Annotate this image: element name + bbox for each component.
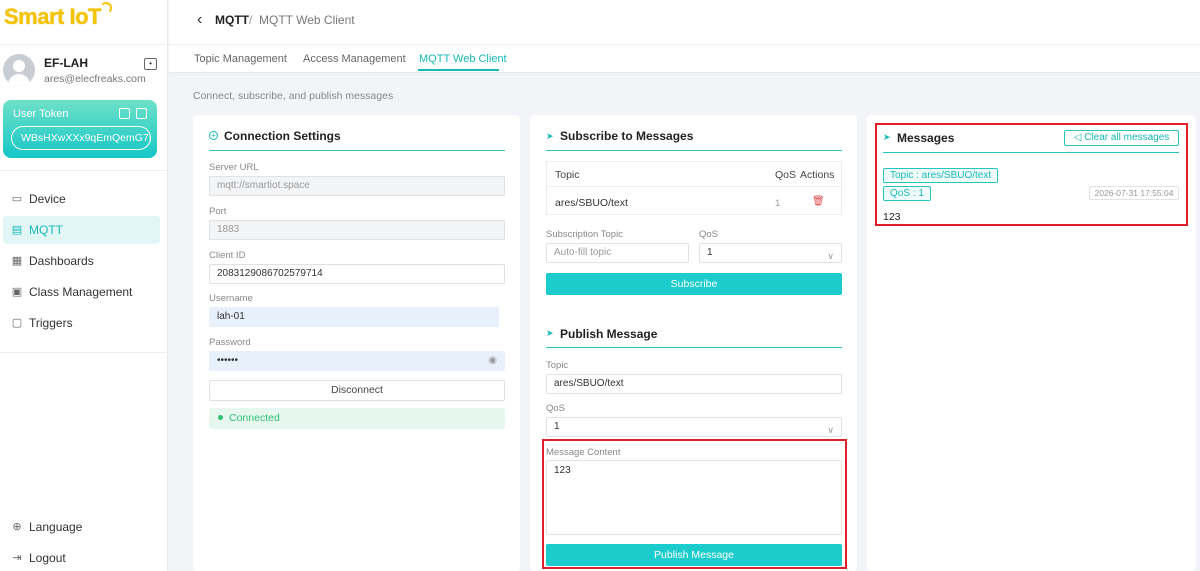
tab-mqtt-web-client[interactable]: MQTT Web Client — [419, 53, 507, 65]
title-rule — [546, 347, 842, 348]
sidebar-item-mqtt[interactable]: ▤ MQTT — [3, 216, 160, 244]
publish-topic-input[interactable]: ares/SBUO/text — [546, 374, 842, 394]
subscription-topic-input[interactable]: Auto-fill topic — [546, 243, 689, 263]
sidebar-item-label: MQTT — [29, 223, 63, 237]
publish-qos-select[interactable]: 1 ∨ — [546, 417, 842, 437]
subscribe-button[interactable]: Subscribe — [546, 273, 842, 295]
refresh-icon[interactable] — [119, 108, 130, 119]
active-tab-indicator — [418, 69, 499, 71]
port-field[interactable]: 1883 — [209, 220, 505, 240]
sidebar-item-label: Device — [29, 192, 66, 206]
connection-settings-card: + Connection Settings Server URL mqtt://… — [193, 115, 520, 571]
password-field[interactable]: •••••• ◉ — [209, 351, 505, 371]
disconnect-button[interactable]: Disconnect — [209, 380, 505, 401]
password-label: Password — [209, 337, 251, 348]
publish-qos-label: QoS — [546, 403, 566, 414]
status-dot-icon — [218, 415, 223, 420]
logout-icon: ⇥ — [12, 552, 22, 564]
card-title: Connection Settings — [224, 129, 341, 143]
sidebar-item-label: Language — [29, 520, 83, 534]
tab-access-management[interactable]: Access Management — [303, 53, 406, 65]
globe-icon: ⊕ — [12, 521, 22, 533]
user-email: ares@elecfreaks.com — [44, 73, 146, 85]
password-value: •••••• — [217, 355, 239, 366]
server-url-field[interactable]: mqtt://smartiot.space — [209, 176, 505, 196]
app-logo[interactable]: Smart IoT — [4, 4, 101, 30]
username-field[interactable]: lah-01 — [209, 307, 499, 327]
highlight-box-publish — [542, 439, 847, 569]
tab-bar: Topic Management Access Management MQTT … — [169, 45, 1200, 73]
chevron-down-icon: ∨ — [827, 425, 834, 435]
delete-icon[interactable]: 🗑︎ — [812, 196, 825, 207]
port-label: Port — [209, 206, 227, 217]
sidebar-item-label: Dashboards — [29, 254, 94, 268]
user-profile: EF-LAH ares@elecfreaks.com • — [3, 54, 163, 94]
publish-topic-label: Topic — [546, 360, 569, 371]
username-label: Username — [209, 293, 253, 304]
eye-icon[interactable]: ◉ — [488, 352, 497, 370]
card-title: Publish Message — [560, 327, 658, 341]
column-header: Topic — [555, 169, 580, 181]
chat-icon: ▤ — [11, 224, 23, 236]
sidebar-item-language[interactable]: ⊕ Language — [3, 513, 160, 541]
chevron-down-icon: ∨ — [827, 251, 834, 261]
tab-topic-management[interactable]: Topic Management — [194, 53, 287, 65]
sidebar-item-device[interactable]: ▭ Device — [3, 185, 160, 213]
client-id-field[interactable]: 2083129086702579714 — [209, 264, 505, 284]
subscriptions-table: Topic QoS Actions ares/SBUO/text 1 🗑︎ — [546, 161, 842, 215]
qos-value: 1 — [707, 247, 713, 258]
breadcrumb-separator: / — [249, 13, 253, 27]
row-qos: 1 — [775, 198, 781, 209]
trigger-icon: ▢ — [11, 317, 23, 329]
column-header: QoS — [775, 169, 797, 181]
qos-label: QoS — [699, 229, 719, 240]
token-title: User Token — [13, 108, 69, 120]
subscribe-qos-select[interactable]: 1 ∨ — [699, 243, 842, 263]
sidebar-item-label: Triggers — [29, 316, 73, 330]
sidebar: Smart IoT EF-LAH ares@elecfreaks.com • U… — [0, 0, 168, 571]
wifi-icon — [100, 2, 112, 14]
page-subtitle: Connect, subscribe, and publish messages — [193, 90, 394, 102]
sidebar-item-dashboards[interactable]: ▦ Dashboards — [3, 247, 160, 275]
breadcrumb-root[interactable]: MQTT — [215, 13, 249, 27]
table-header: Topic QoS Actions — [547, 162, 841, 187]
sidebar-item-label: Class Management — [29, 285, 133, 299]
sidebar-item-triggers[interactable]: ▢ Triggers — [3, 309, 160, 337]
table-row: ares/SBUO/text 1 🗑︎ — [547, 188, 841, 214]
grid-icon: ▦ — [11, 255, 23, 267]
client-id-label: Client ID — [209, 250, 246, 261]
highlight-box-messages — [875, 123, 1188, 226]
row-topic: ares/SBUO/text — [555, 197, 628, 209]
sidebar-item-class-management[interactable]: ▣ Class Management — [3, 278, 160, 306]
divider — [0, 44, 168, 45]
user-token-card: User Token WBsHXwXXx9qEmQemG7H4 — [3, 100, 157, 158]
plus-circle-icon: + — [209, 131, 218, 140]
send-icon: ➤ — [546, 328, 554, 338]
copy-icon[interactable] — [136, 108, 147, 119]
card-title: Subscribe to Messages — [560, 129, 694, 143]
title-rule — [209, 150, 505, 151]
sidebar-item-logout[interactable]: ⇥ Logout — [3, 544, 160, 571]
avatar[interactable] — [3, 54, 35, 86]
lock-icon[interactable]: • — [144, 58, 157, 70]
divider — [0, 170, 168, 171]
person-icon: ▣ — [11, 286, 23, 298]
back-arrow-icon[interactable]: ‹ — [197, 11, 202, 29]
top-bar: ‹ MQTT / MQTT Web Client — [169, 0, 1200, 45]
send-icon: ➤ — [546, 131, 554, 141]
device-icon: ▭ — [11, 193, 23, 205]
status-text: Connected — [229, 412, 280, 424]
column-header: Actions — [800, 169, 835, 181]
sidebar-item-label: Logout — [29, 551, 66, 565]
server-url-label: Server URL — [209, 162, 259, 173]
breadcrumb-current: MQTT Web Client — [259, 13, 355, 27]
token-value[interactable]: WBsHXwXXx9qEmQemG7H4 — [11, 126, 151, 150]
connection-status-banner: Connected — [209, 408, 505, 429]
divider — [0, 352, 168, 353]
title-rule — [546, 150, 842, 151]
subscription-topic-label: Subscription Topic — [546, 229, 623, 240]
user-name: EF-LAH — [44, 56, 88, 70]
qos-value: 1 — [554, 421, 560, 432]
